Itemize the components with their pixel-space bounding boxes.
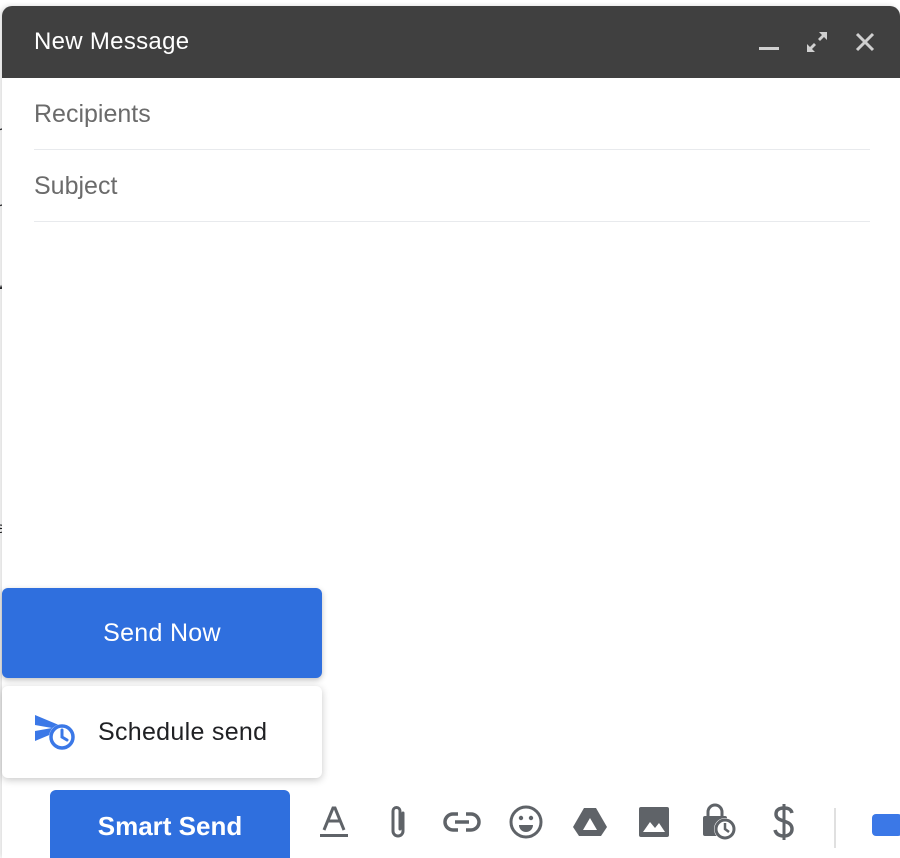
recipients-field [34, 78, 870, 150]
confidential-mode-icon[interactable] [698, 802, 738, 842]
smart-send-button[interactable]: Smart Send [50, 790, 290, 858]
attach-icon[interactable] [378, 802, 418, 842]
more-options-icon[interactable] [872, 814, 900, 836]
toolbar-divider [834, 808, 836, 848]
close-icon[interactable] [848, 25, 882, 59]
format-text-icon[interactable] [314, 802, 354, 842]
recipients-input[interactable] [34, 98, 870, 129]
money-icon[interactable] [764, 802, 804, 842]
message-body[interactable] [34, 222, 870, 762]
compose-toolbar: Smart Send [0, 780, 900, 858]
subject-field [34, 150, 870, 222]
window-controls [752, 25, 900, 59]
schedule-send-icon [35, 715, 75, 750]
schedule-send-option[interactable]: Schedule send [2, 686, 322, 778]
emoji-icon[interactable] [506, 802, 546, 842]
minimize-icon[interactable] [752, 25, 786, 59]
link-icon[interactable] [442, 802, 482, 842]
subject-input[interactable] [34, 170, 870, 201]
schedule-send-label: Schedule send [98, 717, 268, 746]
photo-icon[interactable] [634, 802, 674, 842]
expand-icon[interactable] [800, 25, 834, 59]
compose-titlebar[interactable]: New Message [2, 6, 900, 78]
send-now-button[interactable]: Send Now [2, 588, 322, 678]
compose-title: New Message [34, 28, 190, 55]
drive-icon[interactable] [570, 802, 610, 842]
